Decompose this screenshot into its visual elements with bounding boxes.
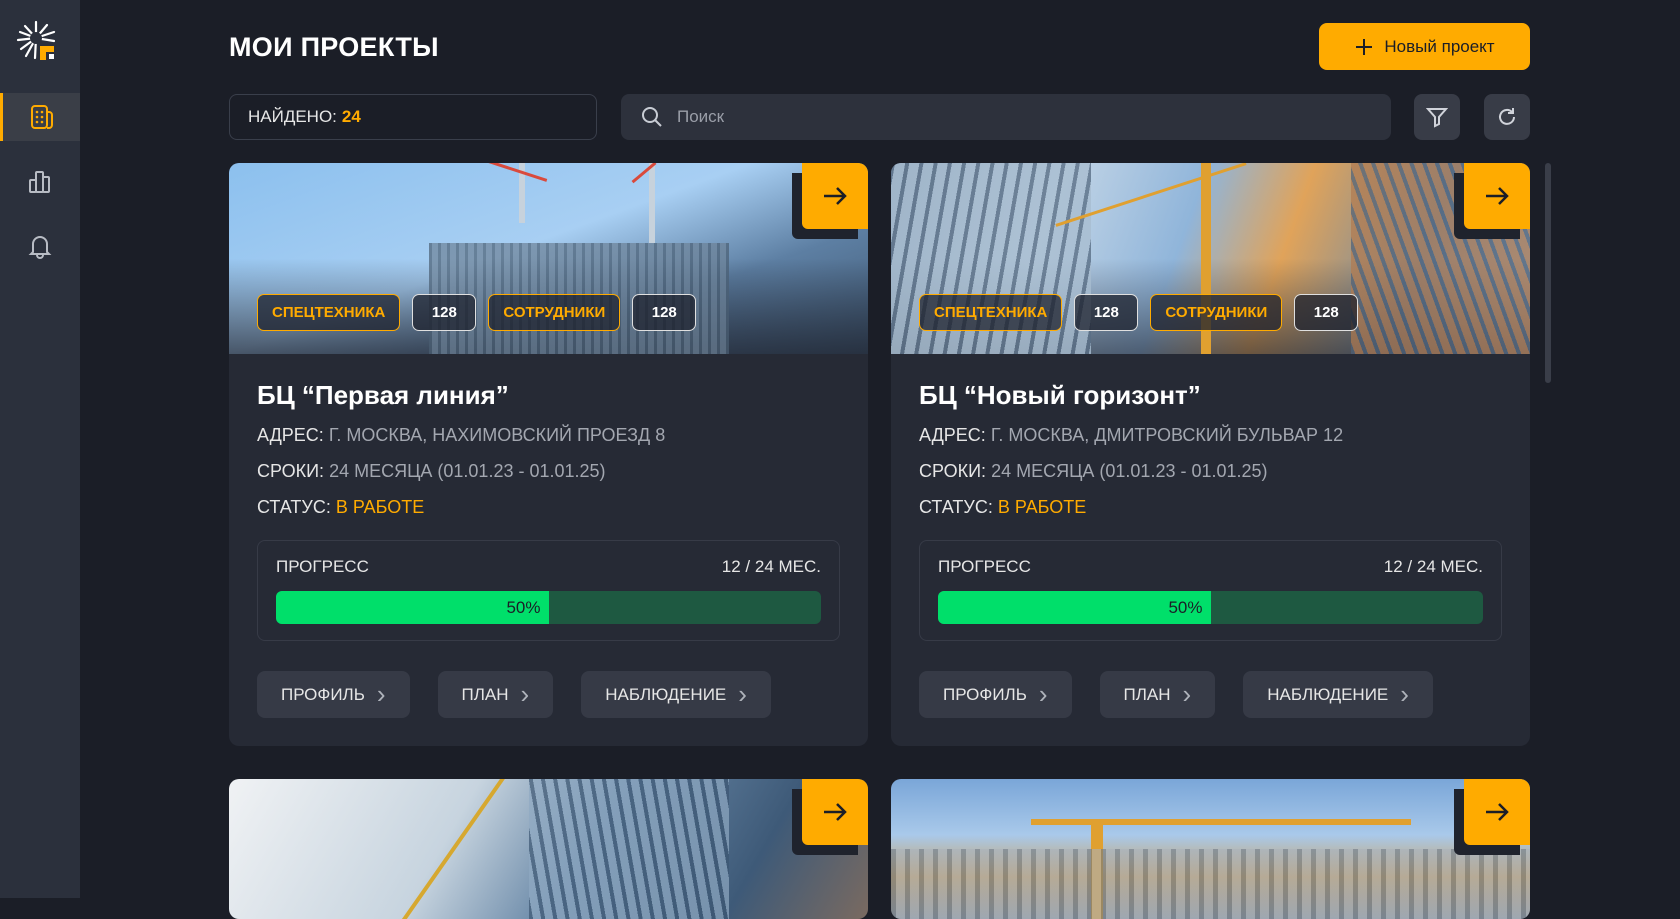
dates-value: 24 МЕСЯЦА (01.01.23 - 01.01.25) — [991, 461, 1268, 481]
profile-button[interactable]: ПРОФИЛЬ › — [257, 671, 410, 718]
filter-icon — [1426, 108, 1448, 128]
project-image — [891, 779, 1530, 919]
monitoring-button[interactable]: НАБЛЮДЕНИЕ › — [1243, 671, 1433, 718]
status-row: СТАТУС: В РАБОТЕ — [257, 497, 425, 517]
status-value: В РАБОТЕ — [997, 497, 1087, 517]
chevron-right-icon: › — [1038, 679, 1048, 709]
project-card: СПЕЦТЕХНИКА 128 СОТРУДНИКИ 128 БЦ “Новый… — [891, 163, 1530, 746]
chevron-right-icon: › — [1400, 679, 1409, 709]
status-value: В РАБОТЕ — [335, 497, 425, 517]
chevron-right-icon: › — [738, 679, 747, 709]
employees-count: 128 — [632, 294, 697, 331]
plan-button[interactable]: ПЛАН › — [1099, 671, 1216, 718]
project-card — [229, 779, 868, 919]
found-label: НАЙДЕНО: — [248, 107, 337, 126]
arrow-right-icon — [1486, 187, 1509, 205]
progress-bar: 50% — [276, 591, 821, 624]
progress-months: 12 / 24 МЕС. — [721, 557, 821, 576]
logo — [16, 20, 56, 60]
project-image: СПЕЦТЕХНИКА 128 СОТРУДНИКИ 128 — [229, 163, 868, 354]
search-box[interactable] — [621, 94, 1391, 140]
open-project-button[interactable] — [802, 163, 868, 229]
progress-label: ПРОГРЕСС — [938, 557, 1031, 576]
equipment-count: 128 — [1074, 294, 1139, 331]
filter-button[interactable] — [1414, 94, 1460, 140]
refresh-button[interactable] — [1484, 94, 1530, 140]
progress-months: 12 / 24 МЕС. — [1383, 557, 1483, 576]
project-name: БЦ “Новый горизонт” — [919, 380, 1201, 410]
sidebar-item-analytics[interactable] — [0, 158, 80, 206]
arrow-right-icon — [1486, 803, 1509, 821]
project-card: СПЕЦТЕХНИКА 128 СОТРУДНИКИ 128 БЦ “Перва… — [229, 163, 868, 746]
monitoring-button[interactable]: НАБЛЮДЕНИЕ › — [581, 671, 771, 718]
address-value: Г. МОСКВА, ДМИТРОВСКИЙ БУЛЬВАР 12 — [990, 425, 1344, 445]
found-counter: НАЙДЕНО: 24 — [229, 94, 597, 140]
equipment-tag[interactable]: СПЕЦТЕХНИКА — [919, 294, 1063, 331]
dates-value: 24 МЕСЯЦА (01.01.23 - 01.01.25) — [329, 461, 606, 481]
refresh-icon — [1499, 108, 1515, 125]
search-input[interactable] — [677, 107, 1277, 127]
address-row: АДРЕС: Г. МОСКВА, ДМИТРОВСКИЙ БУЛЬВАР 12 — [919, 425, 1344, 445]
open-project-button[interactable] — [1464, 779, 1530, 845]
plan-button[interactable]: ПЛАН › — [437, 671, 554, 718]
status-row: СТАТУС: В РАБОТЕ — [919, 497, 1087, 517]
sidebar-item-notifications[interactable] — [0, 222, 80, 270]
employees-count: 128 — [1294, 294, 1359, 331]
dates-row: СРОКИ: 24 МЕСЯЦА (01.01.23 - 01.01.25) — [257, 461, 606, 481]
equipment-count: 128 — [412, 294, 477, 331]
progress-panel: ПРОГРЕСС 12 / 24 МЕС. 50% — [919, 540, 1502, 641]
address-value: Г. МОСКВА, НАХИМОВСКИЙ ПРОЕЗД 8 — [328, 425, 666, 445]
found-count: 24 — [341, 107, 361, 126]
equipment-tag[interactable]: СПЕЦТЕХНИКА — [257, 294, 401, 331]
progress-fill: 50% — [276, 591, 549, 624]
chevron-right-icon: › — [1182, 679, 1192, 709]
page-title: МОИ ПРОЕКТЫ — [229, 32, 439, 62]
progress-percent: 50% — [506, 597, 541, 617]
progress-panel: ПРОГРЕСС 12 / 24 МЕС. 50% — [257, 540, 840, 641]
dates-row: СРОКИ: 24 МЕСЯЦА (01.01.23 - 01.01.25) — [919, 461, 1268, 481]
progress-fill: 50% — [938, 591, 1211, 624]
chevron-right-icon: › — [520, 679, 530, 709]
address-row: АДРЕС: Г. МОСКВА, НАХИМОВСКИЙ ПРОЕЗД 8 — [257, 425, 666, 445]
project-image: СПЕЦТЕХНИКА 128 СОТРУДНИКИ 128 — [891, 163, 1530, 354]
search-icon — [642, 107, 662, 127]
project-name: БЦ “Первая линия” — [257, 380, 509, 410]
employees-tag[interactable]: СОТРУДНИКИ — [488, 294, 621, 331]
sidebar — [0, 0, 80, 898]
arrow-right-icon — [824, 187, 847, 205]
new-project-label: Новый проект — [1384, 36, 1495, 56]
sidebar-item-projects[interactable] — [0, 93, 80, 141]
progress-percent: 50% — [1168, 597, 1203, 617]
progress-bar: 50% — [938, 591, 1483, 624]
profile-button[interactable]: ПРОФИЛЬ › — [919, 671, 1072, 718]
scrollbar[interactable] — [1545, 163, 1551, 383]
chevron-right-icon: › — [376, 679, 386, 709]
progress-label: ПРОГРЕСС — [276, 557, 369, 576]
bar-chart-icon — [29, 171, 50, 193]
building-icon — [30, 105, 53, 129]
project-image — [229, 779, 868, 919]
new-project-button[interactable]: Новый проект — [1319, 23, 1530, 70]
open-project-button[interactable] — [802, 779, 868, 845]
bell-icon — [28, 236, 52, 259]
arrow-right-icon — [824, 803, 847, 821]
employees-tag[interactable]: СОТРУДНИКИ — [1150, 294, 1283, 331]
project-card — [891, 779, 1530, 919]
open-project-button[interactable] — [1464, 163, 1530, 229]
plus-icon — [1356, 38, 1373, 55]
